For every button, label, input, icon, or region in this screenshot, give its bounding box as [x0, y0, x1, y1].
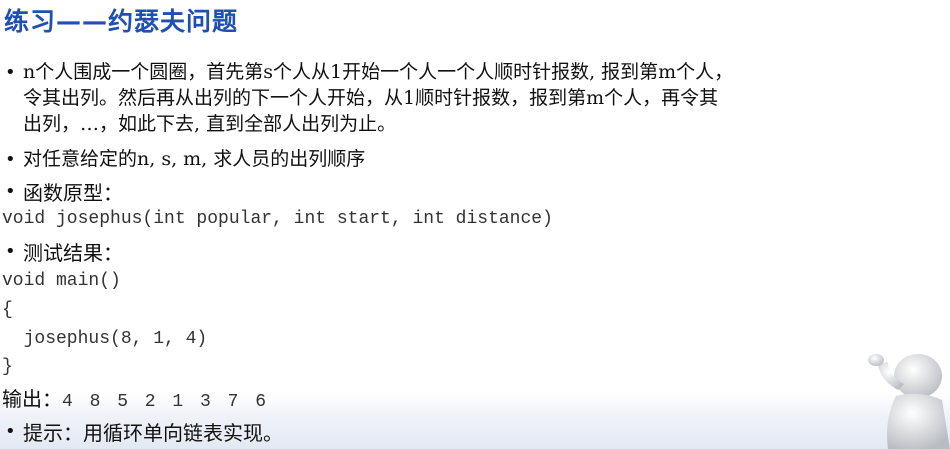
figure-illustration	[868, 354, 950, 449]
bullet: •	[5, 62, 16, 83]
bullet: •	[5, 181, 16, 202]
bullet: •	[5, 421, 16, 442]
slide-title: 练习——约瑟夫问题	[4, 7, 239, 36]
test-code-line: {	[2, 300, 13, 320]
task-text: 对任意给定的n, s, m, 求人员的出列顺序	[23, 148, 366, 170]
description-line-1: n个人围成一个圆圈，首先第s个人从1开始一个人一个人顺时针报数, 报到第m个人，	[23, 61, 734, 83]
test-heading: 测试结果：	[23, 241, 123, 265]
bullet: •	[5, 149, 16, 170]
test-code-line: void main()	[2, 271, 121, 291]
description-line-3: 出列，…，如此下去, 直到全部人出列为止。	[23, 113, 397, 135]
prototype-code: void josephus(int popular, int start, in…	[2, 209, 553, 229]
hint-text: 提示：用循环单向链表实现。	[23, 421, 283, 445]
output-values: 4 8 5 2 1 3 7 6	[62, 392, 270, 412]
output-label: 输出：	[2, 387, 62, 411]
bullet: •	[5, 241, 16, 262]
output-row: 输出：4 8 5 2 1 3 7 6	[2, 383, 269, 412]
prototype-heading: 函数原型：	[23, 181, 123, 205]
test-code-line: }	[2, 357, 13, 377]
test-code-line: josephus(8, 1, 4)	[2, 329, 208, 349]
description-line-2: 令其出列。然后再从出列的下一个人开始，从1顺时针报数，报到第m个人，再令其	[23, 87, 719, 109]
